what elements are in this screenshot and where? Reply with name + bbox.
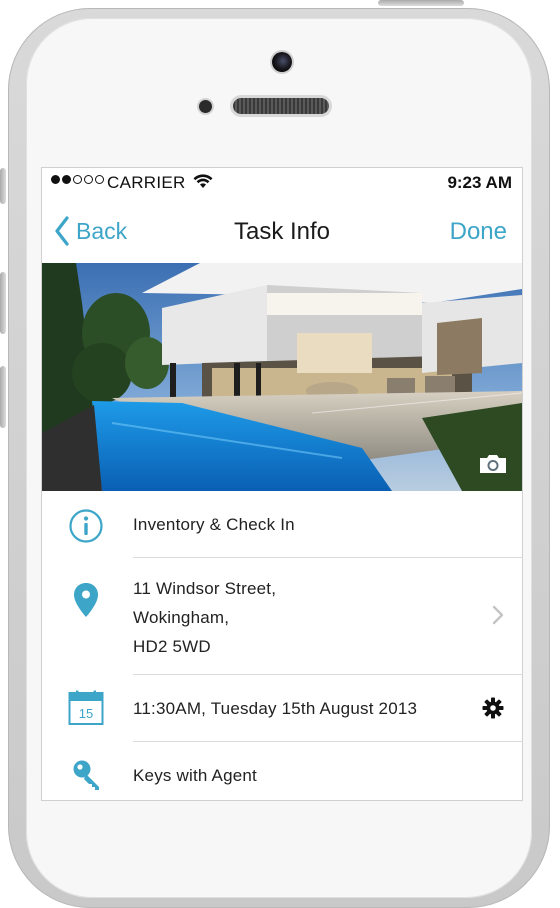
signal-dot xyxy=(51,175,60,184)
address-line-2: Wokingham, xyxy=(133,608,230,627)
list-item-address[interactable]: 11 Windsor Street, Wokingham, HD2 5WD xyxy=(42,558,522,675)
list-item-task-type[interactable]: Inventory & Check In xyxy=(42,491,522,558)
keys-text: Keys with Agent xyxy=(133,766,257,785)
address-line-1: 11 Windsor Street, xyxy=(133,579,277,598)
phone-volume-up xyxy=(0,272,6,334)
info-icon xyxy=(68,508,104,549)
navigation-bar: Back Task Info Done xyxy=(42,196,522,263)
app-screen: CARRIER 9:23 AM Back Task Info Done Inve… xyxy=(42,168,522,800)
camera-button[interactable] xyxy=(478,453,508,480)
signal-dot xyxy=(95,175,104,184)
carrier-name: CARRIER xyxy=(107,173,186,192)
done-button[interactable]: Done xyxy=(450,218,507,246)
property-photo xyxy=(42,263,522,491)
signal-dot xyxy=(84,175,93,184)
front-camera xyxy=(272,52,292,72)
calendar-icon: 15 xyxy=(68,690,104,731)
wifi-icon xyxy=(193,174,213,194)
clock: 9:23 AM xyxy=(447,173,512,192)
task-type-text: Inventory & Check In xyxy=(133,515,295,534)
signal-dot xyxy=(73,175,82,184)
signal-strength-icon xyxy=(51,175,104,184)
appointment-text: 11:30AM, Tuesday 15th August 2013 xyxy=(133,699,418,718)
status-bar: CARRIER 9:23 AM xyxy=(42,168,522,196)
calendar-day: 15 xyxy=(79,706,93,721)
address-line-3: HD2 5WD xyxy=(133,637,211,656)
camera-icon xyxy=(480,455,506,473)
list-item-keys[interactable]: Keys with Agent xyxy=(42,742,522,800)
gear-icon[interactable] xyxy=(482,697,504,724)
list-item-appointment[interactable]: 15 11:30AM, Tuesday 15th August 2013 xyxy=(42,675,522,742)
phone-volume-down xyxy=(0,366,6,428)
key-icon xyxy=(72,759,102,796)
location-pin-icon xyxy=(73,582,99,623)
task-detail-list: Inventory & Check In 11 Windsor Street, … xyxy=(42,491,522,800)
chevron-right-icon[interactable] xyxy=(492,605,504,630)
address-text: 11 Windsor Street, Wokingham, HD2 5WD xyxy=(133,574,276,661)
signal-dot xyxy=(62,175,71,184)
proximity-sensor xyxy=(199,100,212,113)
phone-power-button xyxy=(378,0,464,6)
house-pool-illustration xyxy=(42,263,522,491)
earpiece-speaker xyxy=(233,98,329,114)
phone-mute-switch xyxy=(0,168,6,204)
